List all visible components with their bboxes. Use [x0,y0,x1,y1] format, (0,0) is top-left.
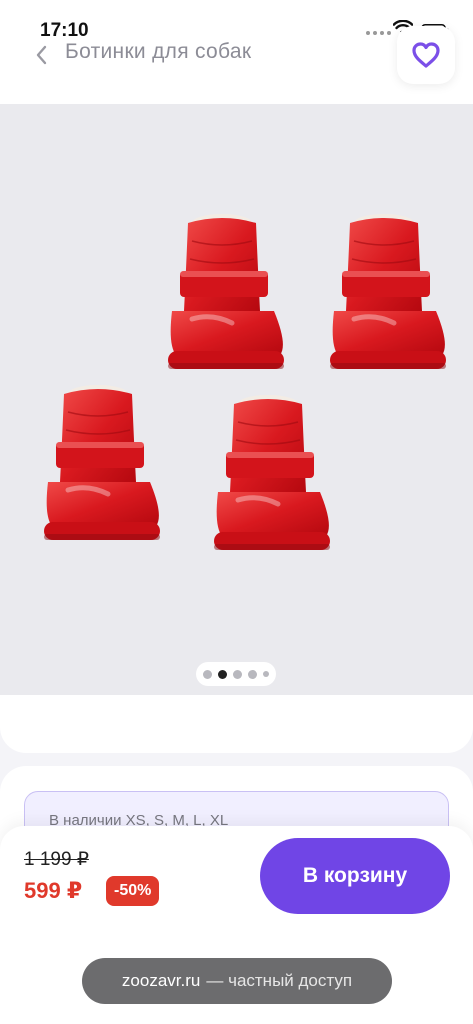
chevron-left-icon[interactable] [34,44,50,66]
pagination-dot[interactable] [233,669,242,679]
discount-badge: -50% [106,876,160,906]
pagination-dot[interactable] [203,669,212,679]
product-gallery[interactable] [0,104,473,695]
product-image [0,104,473,695]
gallery-card-footer [0,695,473,753]
pagination-dot-active[interactable] [218,669,227,679]
heart-icon [412,42,440,68]
add-to-cart-button[interactable]: В корзину [260,838,450,914]
signal-dots-icon [366,31,391,35]
status-time: 17:10 [40,20,89,41]
pagination-dot[interactable] [263,671,269,677]
page-title: Ботинки для собак [65,40,252,63]
url-access-note: — частный доступ [206,971,353,990]
favorite-button[interactable] [397,26,455,84]
new-price: 599 ₽ [24,878,83,903]
old-price: 1 199 ₽ [24,849,89,870]
url-host: zoozavr.ru [121,971,201,990]
gallery-pagination[interactable] [196,662,276,686]
browser-url-bar[interactable]: zoozavr.ru — частный доступ [82,958,392,1004]
pagination-dot[interactable] [248,669,257,679]
page-header: Ботинки для собак [0,26,473,104]
